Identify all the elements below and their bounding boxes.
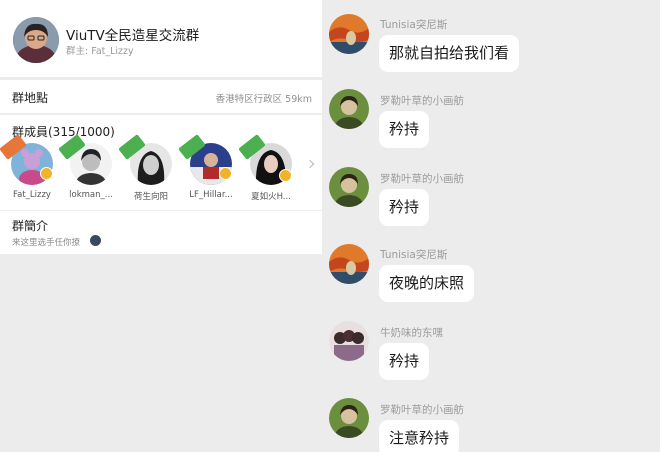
sender-name: 罗勒叶草的小画舫: [380, 95, 464, 107]
scream-painting-avatar-icon[interactable]: [329, 14, 369, 54]
member-name: lokman_...: [69, 190, 113, 200]
message-bubble[interactable]: 夜晚的床照: [379, 265, 475, 302]
member-item[interactable]: lokman_...: [58, 134, 119, 200]
vip-badge-icon: [40, 167, 53, 180]
sender-name: 罗勒叶草的小画舫: [380, 404, 464, 416]
chevron-right-icon[interactable]: [305, 159, 315, 169]
scream-painting-avatar-icon[interactable]: [329, 244, 369, 284]
woman-green-avatar-icon[interactable]: [329, 167, 369, 207]
member-item[interactable]: LF_Hillar...: [178, 134, 239, 200]
group-photo-avatar-icon[interactable]: [329, 321, 369, 361]
chat-panel: Tunisia突尼斯 那就自拍给我们看 罗勒叶草的小画舫 矜持 罗勒叶草的小画舫…: [322, 0, 660, 452]
member-item[interactable]: 荷生向阳: [118, 134, 179, 202]
message-bubble[interactable]: 矜持: [379, 343, 430, 380]
intro-text: 来这里选手任你撩: [12, 238, 81, 248]
member-name: 荷生向阳: [133, 192, 168, 202]
message-bubble[interactable]: 矜持: [379, 111, 430, 148]
sender-name: 牛奶味的东嘿: [380, 327, 443, 339]
sender-name: Tunisia突尼斯: [380, 19, 448, 31]
intro-label: 群簡介: [12, 219, 49, 233]
group-avatar[interactable]: [13, 17, 59, 63]
member-item[interactable]: 夏如火H...: [238, 134, 299, 202]
emoji-icon: [90, 235, 101, 246]
message-bubble[interactable]: 矜持: [379, 189, 430, 226]
intro-row[interactable]: 群簡介 来这里选手任你撩: [0, 210, 322, 254]
location-row[interactable]: 群地點 香港特区行政区 59km: [0, 80, 322, 113]
member-item[interactable]: Fat_Lizzy: [0, 134, 60, 200]
sender-name: 罗勒叶草的小画舫: [380, 173, 464, 185]
vip-badge-icon: [279, 169, 292, 182]
group-name: ViuTV全民造星交流群: [66, 28, 200, 44]
group-info-panel: ViuTV全民造星交流群 群主: Fat_Lizzy 群地點 香港特区行政区 5…: [0, 0, 322, 452]
group-owner: 群主: Fat_Lizzy: [66, 46, 134, 57]
member-name: Fat_Lizzy: [13, 190, 51, 200]
vip-badge-icon: [219, 167, 232, 180]
location-value: 香港特区行政区 59km: [215, 94, 312, 105]
woman-green-avatar-icon[interactable]: [329, 398, 369, 438]
member-name: LF_Hillar...: [189, 190, 233, 200]
member-name: 夏如火H...: [251, 192, 291, 202]
message-bubble[interactable]: 那就自拍给我们看: [379, 35, 520, 72]
location-label: 群地點: [12, 91, 49, 105]
woman-green-avatar-icon[interactable]: [329, 89, 369, 129]
sender-name: Tunisia突尼斯: [380, 249, 448, 261]
message-bubble[interactable]: 注意矜持: [379, 420, 460, 452]
group-header[interactable]: ViuTV全民造星交流群 群主: Fat_Lizzy: [0, 0, 322, 77]
members-label: 群成員(315/1000): [12, 125, 115, 139]
members-section[interactable]: 群成員(315/1000) Fat_Lizzy lokman_... 荷生向阳 …: [0, 115, 322, 210]
